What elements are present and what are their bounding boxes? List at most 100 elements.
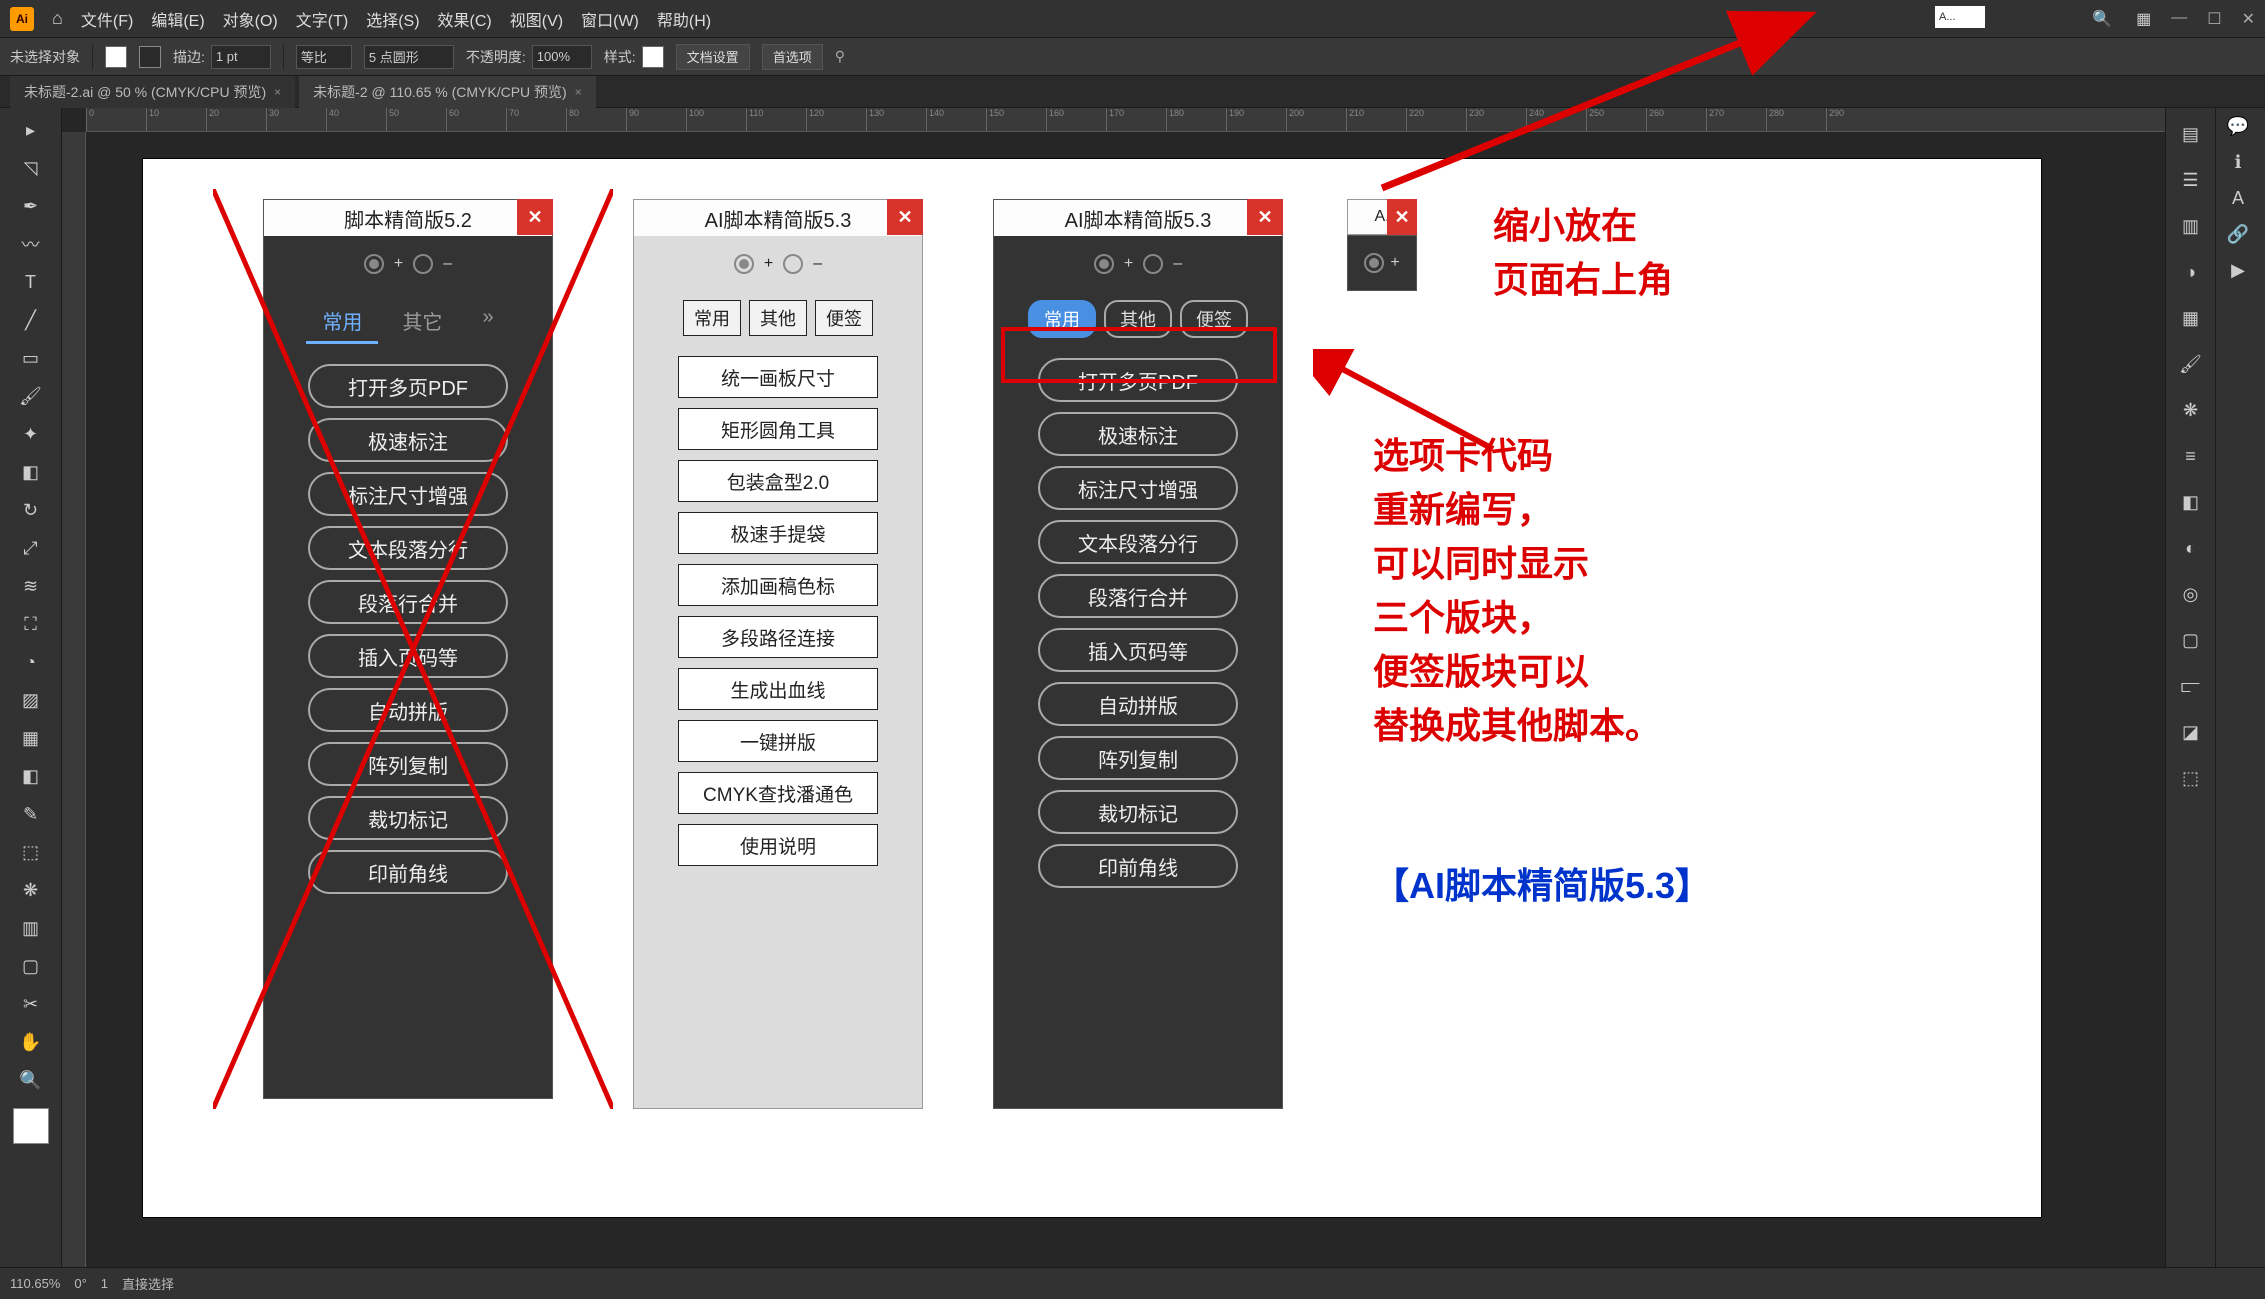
fill-stroke-indicator[interactable] [13,1108,49,1144]
doc-setup-button[interactable]: 文档设置 [676,44,750,70]
shape-builder-icon[interactable]: ◔ [9,644,53,680]
style-swatch[interactable] [642,46,664,68]
symbols-icon[interactable]: ❋ [2169,392,2213,428]
info-icon[interactable]: ℹ [2216,144,2260,180]
minimize-icon[interactable]: — [2171,9,2187,29]
width-tool-icon[interactable]: ≋ [9,568,53,604]
menu-help[interactable]: 帮助(H) [657,7,711,31]
color-icon[interactable]: ◑ [2169,254,2213,290]
menu-object[interactable]: 对象(O) [223,7,278,31]
brush-tool-icon[interactable]: 🖌 [9,378,53,414]
stroke-panel-icon[interactable]: ≡ [2169,438,2213,474]
radio-on-icon[interactable] [734,254,754,274]
search-icon[interactable]: 🔍 [2088,5,2116,33]
gradient-panel-icon[interactable]: ◧ [2169,484,2213,520]
direct-select-tool-icon[interactable]: ◹ [9,150,53,186]
zoom-level[interactable]: 110.65% [10,1276,60,1291]
canvas[interactable]: 0102030405060708090100110120130140150160… [62,108,2165,1267]
close-icon[interactable]: ✕ [1387,199,1417,235]
close-icon[interactable]: ✕ [517,199,553,235]
btn-dim-enhance[interactable]: 标注尺寸增强 [1038,466,1238,510]
artboard-nav[interactable]: 1 [101,1276,108,1291]
brushes-icon[interactable]: 🖌 [2169,346,2213,382]
radio-off-icon[interactable] [1143,254,1163,274]
line-tool-icon[interactable]: ╱ [9,302,53,338]
btn-instructions[interactable]: 使用说明 [678,824,878,866]
btn-auto-layout[interactable]: 自动拼版 [1038,682,1238,726]
close-icon[interactable]: ✕ [1247,199,1283,235]
menu-effect[interactable]: 效果(C) [438,7,492,31]
rectangle-tool-icon[interactable]: ▭ [9,340,53,376]
btn-path-connect[interactable]: 多段路径连接 [678,616,878,658]
btn-prepress-corner[interactable]: 印前角线 [1038,844,1238,888]
btn-dim-enhance[interactable]: 标注尺寸增强 [308,472,508,516]
selection-tool-icon[interactable]: ▸ [9,112,53,148]
appearance-icon[interactable]: ◎ [2169,576,2213,612]
radio-off-icon[interactable] [783,254,803,274]
btn-para-merge[interactable]: 段落行合并 [308,580,508,624]
layers-icon[interactable]: ☰ [2169,162,2213,198]
menu-file[interactable]: 文件(F) [81,7,133,31]
btn-add-swatch[interactable]: 添加画稿色标 [678,564,878,606]
uniform-select[interactable] [296,45,352,69]
link-icon[interactable]: 🔗 [2216,216,2260,252]
btn-prepress-corner[interactable]: 印前角线 [308,850,508,894]
brush-select[interactable] [364,45,454,69]
mesh-tool-icon[interactable]: ▦ [9,720,53,756]
menu-view[interactable]: 视图(V) [510,7,563,31]
tab-common[interactable]: 常用 [683,300,741,336]
btn-crop-marks[interactable]: 裁切标记 [1038,790,1238,834]
radio-on-icon[interactable] [1364,253,1384,273]
align-icon[interactable]: ⫍ [2169,668,2213,704]
slice-tool-icon[interactable]: ✂ [9,986,53,1022]
rotate-tool-icon[interactable]: ↻ [9,492,53,528]
close-icon[interactable]: ✕ [2242,9,2255,29]
btn-bleed-line[interactable]: 生成出血线 [678,668,878,710]
char-icon[interactable]: A [2216,180,2260,216]
rotation[interactable]: 0° [74,1276,86,1291]
swatches-icon[interactable]: ▦ [2169,300,2213,336]
menu-window[interactable]: 窗口(W) [581,7,639,31]
free-transform-icon[interactable]: ⛶ [9,606,53,642]
opacity-input[interactable] [532,45,592,69]
pen-tool-icon[interactable]: ✒ [9,188,53,224]
arrange-docs-icon[interactable]: ▦ [2136,9,2151,29]
artboard-tool-icon[interactable]: ▢ [9,948,53,984]
hand-tool-icon[interactable]: ✋ [9,1024,53,1060]
btn-open-pdf[interactable]: 打开多页PDF [308,364,508,408]
type-tool-icon[interactable]: T [9,264,53,300]
prefs-button[interactable]: 首选项 [762,44,823,70]
pathfinder-icon[interactable]: ◪ [2169,714,2213,750]
play-icon[interactable]: ▶ [2216,252,2260,288]
floating-chip[interactable]: A... [1935,6,1985,28]
tab-other[interactable]: 其他 [749,300,807,336]
btn-text-split[interactable]: 文本段落分行 [1038,520,1238,564]
expand-icon[interactable]: » [466,300,509,344]
graphic-styles-icon[interactable]: ▢ [2169,622,2213,658]
perspective-icon[interactable]: ▨ [9,682,53,718]
curvature-tool-icon[interactable]: 〰 [9,226,53,262]
btn-round-rect[interactable]: 矩形圆角工具 [678,408,878,450]
btn-box-type[interactable]: 包装盒型2.0 [678,460,878,502]
libraries-icon[interactable]: ▥ [2169,208,2213,244]
pin-icon[interactable]: ⚲ [835,48,845,65]
btn-auto-layout[interactable]: 自动拼版 [308,688,508,732]
eyedropper-icon[interactable]: ✎ [9,796,53,832]
btn-text-split[interactable]: 文本段落分行 [308,526,508,570]
btn-fast-bag[interactable]: 极速手提袋 [678,512,878,554]
btn-array-copy[interactable]: 阵列复制 [308,742,508,786]
transparency-icon[interactable]: ◐ [2169,530,2213,566]
btn-fast-annotate[interactable]: 极速标注 [1038,412,1238,456]
comment-icon[interactable]: 💬 [2216,108,2260,144]
tab-common[interactable]: 常用 [306,300,378,344]
properties-icon[interactable]: ▤ [2169,116,2213,152]
transform-icon[interactable]: ⬚ [2169,760,2213,796]
btn-fast-annotate[interactable]: 极速标注 [308,418,508,462]
btn-array-copy[interactable]: 阵列复制 [1038,736,1238,780]
tab-other[interactable]: 其它 [386,300,458,344]
fill-swatch[interactable] [105,46,127,68]
home-icon[interactable]: ⌂ [52,8,63,29]
stroke-input[interactable] [211,45,271,69]
stroke-swatch[interactable] [139,46,161,68]
radio-on-icon[interactable] [1094,254,1114,274]
